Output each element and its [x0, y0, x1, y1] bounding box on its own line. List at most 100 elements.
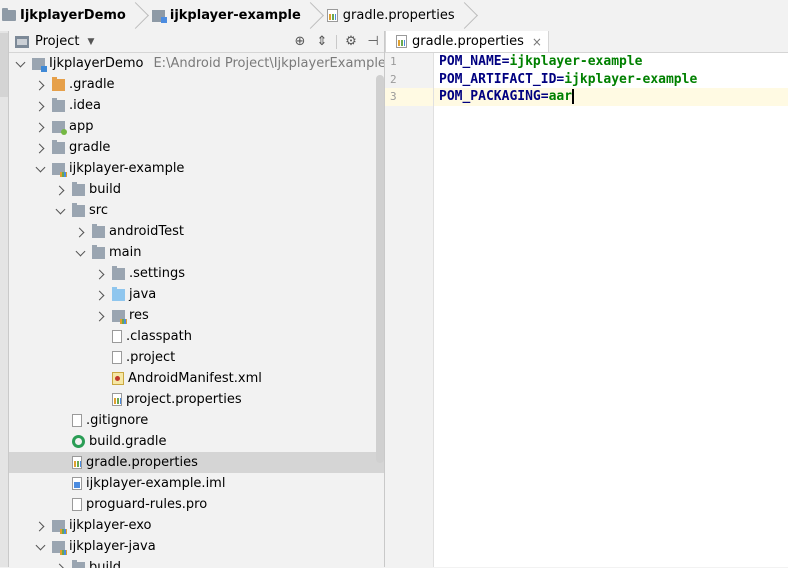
chevron-right-icon[interactable] [35, 122, 45, 132]
chevron-right-icon[interactable] [35, 80, 45, 90]
chevron-down-icon[interactable] [15, 59, 25, 69]
folder-icon [92, 247, 105, 259]
tree-row[interactable]: src [9, 200, 384, 221]
props-icon [112, 393, 122, 406]
code-area[interactable]: POM_NAME=ijkplayer-examplePOM_ARTIFACT_I… [434, 53, 788, 567]
breadcrumb-item-project[interactable]: IjkplayerDemo [0, 0, 136, 31]
breadcrumb-label: ijkplayer-example [170, 8, 301, 23]
folder-icon [52, 142, 65, 154]
breadcrumb-label: gradle.properties [343, 8, 455, 23]
chevron-right-icon[interactable] [55, 185, 65, 195]
chevron-right-icon[interactable] [95, 290, 105, 300]
chevron-right-icon[interactable] [35, 143, 45, 153]
tree-row[interactable]: .gradle [9, 74, 384, 95]
code-line[interactable]: POM_ARTIFACT_ID=ijkplayer-example [434, 71, 788, 89]
tree-spacer [95, 353, 105, 363]
folder-icon [112, 268, 125, 280]
gradle-icon [72, 435, 85, 448]
breadcrumb-separator [136, 0, 146, 31]
tree-row[interactable]: ijkplayer-example.iml [9, 473, 384, 494]
chevron-right-icon[interactable] [75, 227, 85, 237]
left-tool-strip [0, 31, 9, 567]
toolbar-divider [336, 35, 337, 49]
tree-row[interactable]: gradle.properties [9, 452, 384, 473]
chevron-right-icon[interactable] [35, 521, 45, 531]
tree-row[interactable]: AndroidManifest.xml [9, 368, 384, 389]
tree-row-label: build.gradle [89, 434, 167, 449]
folder-icon [72, 184, 85, 196]
tree-row-label: app [69, 119, 93, 134]
project-tree: IjkplayerDemoE:\Android Project\Ijkplaye… [9, 53, 384, 568]
tree-spacer [55, 416, 65, 426]
properties-file-icon [396, 35, 407, 48]
chevron-down-icon[interactable]: ▼ [87, 37, 94, 47]
tree-scrollbar[interactable] [376, 75, 384, 463]
crosshair-icon[interactable]: ⊕ [289, 31, 311, 52]
tree-row[interactable]: build.gradle [9, 431, 384, 452]
tree-spacer [95, 395, 105, 405]
chevron-right-icon[interactable] [95, 311, 105, 321]
tree-row[interactable]: proguard-rules.pro [9, 494, 384, 515]
chevron-down-icon[interactable] [35, 164, 45, 174]
breadcrumb-item-file[interactable]: gradle.properties [325, 0, 465, 31]
tree-row[interactable]: project.properties [9, 389, 384, 410]
tree-row-label: .project [126, 350, 175, 365]
tree-row[interactable]: .project [9, 347, 384, 368]
tree-row[interactable]: app [9, 116, 384, 137]
code-line[interactable]: POM_PACKAGING=aar [434, 88, 788, 106]
chevron-down-icon[interactable] [75, 248, 85, 258]
res-icon [52, 520, 65, 532]
breadcrumb-label: IjkplayerDemo [20, 8, 126, 23]
tree-row[interactable]: .classpath [9, 326, 384, 347]
chevron-down-icon[interactable] [35, 542, 45, 552]
tree-row[interactable]: ijkplayer-java [9, 536, 384, 557]
tree-spacer [55, 458, 65, 468]
folder-icon [72, 562, 85, 568]
tree-row[interactable]: build [9, 179, 384, 200]
editor: gradle.properties × 123 POM_NAME=ijkplay… [385, 31, 788, 567]
chevron-right-icon[interactable] [95, 269, 105, 279]
tree-row[interactable]: androidTest [9, 221, 384, 242]
tree-row[interactable]: .idea [9, 95, 384, 116]
project-view-selector[interactable]: Project [35, 34, 79, 49]
breadcrumb-item-module[interactable]: ijkplayer-example [150, 0, 311, 31]
close-icon[interactable]: × [532, 35, 542, 49]
folder-orange-icon [52, 79, 65, 91]
module-icon [152, 10, 165, 22]
line-number: 3 [385, 88, 433, 106]
module-icon [32, 58, 45, 70]
tree-row[interactable]: java [9, 284, 384, 305]
tree-row-label: proguard-rules.pro [86, 497, 207, 512]
tree-row[interactable]: ijkplayer-exo [9, 515, 384, 536]
chevron-down-icon[interactable] [55, 206, 65, 216]
tree-row[interactable]: .gitignore [9, 410, 384, 431]
hide-icon[interactable]: ⊣ [362, 31, 384, 52]
tree-row[interactable]: IjkplayerDemoE:\Android Project\Ijkplaye… [9, 53, 384, 74]
tree-row[interactable]: gradle [9, 137, 384, 158]
line-number-gutter: 123 [385, 53, 434, 567]
code-line[interactable]: POM_NAME=ijkplayer-example [434, 53, 788, 71]
tree-row[interactable]: main [9, 242, 384, 263]
tree-row-label: project.properties [126, 392, 242, 407]
collapse-icon[interactable]: ⇕ [311, 31, 333, 52]
tree-row[interactable]: build [9, 557, 384, 568]
editor-tab-gradle-properties[interactable]: gradle.properties × [385, 31, 549, 52]
tree-row[interactable]: .settings [9, 263, 384, 284]
line-number: 2 [385, 71, 433, 89]
tree-row-label: src [89, 203, 108, 218]
props-icon [72, 456, 82, 469]
tree-row-label: main [109, 245, 141, 260]
tree-spacer [95, 374, 105, 384]
tree-row[interactable]: ijkplayer-example [9, 158, 384, 179]
folder-icon [72, 205, 85, 217]
tree-row-label: IjkplayerDemo [49, 56, 143, 71]
folder-icon [2, 10, 16, 21]
project-tool-tab[interactable] [0, 33, 8, 97]
gear-icon[interactable]: ⚙ [340, 31, 362, 52]
captures-tool-tab[interactable] [0, 121, 8, 191]
chevron-right-icon[interactable] [35, 101, 45, 111]
chevron-right-icon[interactable] [55, 563, 65, 568]
property-separator: = [556, 72, 564, 87]
tree-row-label: gradle.properties [86, 455, 198, 470]
tree-row[interactable]: res [9, 305, 384, 326]
